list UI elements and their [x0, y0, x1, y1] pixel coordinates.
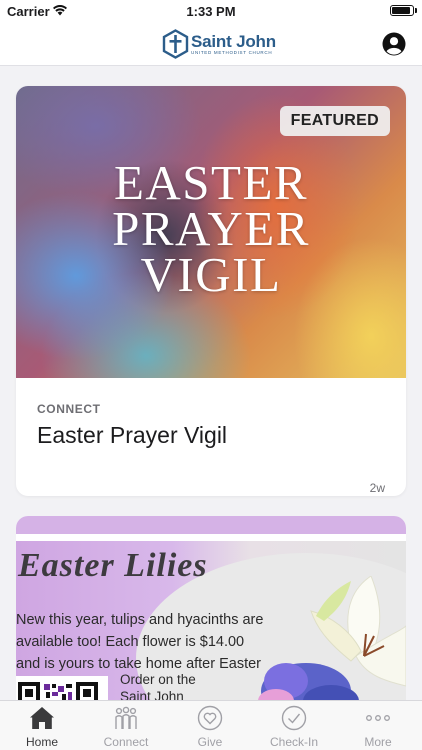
people-icon [115, 706, 137, 729]
hero-line-2: PRAYER [112, 201, 310, 256]
tab-label-connect: Connect [103, 735, 149, 749]
navigation-bar: Saint John UNITED METHODIST CHURCH [0, 22, 422, 66]
home-icon [30, 707, 54, 729]
lilies-heading: Easter Lilies [18, 547, 208, 584]
lilies-body: New this year, tulips and hyacinths are … [16, 609, 276, 675]
logo-title: Saint John [191, 31, 276, 51]
heart-icon [197, 705, 223, 731]
profile-icon[interactable] [382, 32, 406, 56]
church-logo: Saint John UNITED METHODIST CHURCH [162, 28, 276, 60]
tab-more[interactable]: More [336, 701, 420, 750]
hero-line-1: EASTER [113, 155, 309, 210]
hero-image: EASTER PRAYER VIGIL FEATURED [16, 86, 406, 378]
lily-flowers-image [258, 576, 406, 700]
tab-label-home: Home [25, 735, 58, 749]
card-age: 2w [369, 481, 385, 495]
card-category: CONNECT [37, 402, 101, 416]
content-feed[interactable]: EASTER PRAYER VIGIL FEATURED CONNECT Eas… [0, 66, 422, 700]
order-line-2: Saint John [120, 689, 184, 700]
tab-give[interactable]: Give [168, 701, 252, 750]
hero-title: EASTER PRAYER VIGIL [16, 155, 406, 302]
easter-lilies-card[interactable]: Easter Lilies New this year, tulips and … [16, 516, 406, 700]
hero-line-3: VIGIL [140, 247, 282, 302]
lilies-body-line-1: New this year, tulips and hyacinths are [16, 612, 264, 628]
logo-subtitle: UNITED METHODIST CHURCH [191, 49, 273, 55]
featured-card[interactable]: EASTER PRAYER VIGIL FEATURED CONNECT Eas… [16, 86, 406, 496]
featured-badge: FEATURED [279, 106, 390, 136]
ellipsis-icon [366, 715, 390, 721]
tab-check-in[interactable]: Check-In [252, 701, 336, 750]
card-title: Easter Prayer Vigil [37, 422, 228, 448]
tab-connect[interactable]: Connect [84, 701, 168, 750]
clock: 1:33 PM [186, 4, 236, 19]
cross-hexagon-icon [162, 29, 189, 59]
battery-icon [390, 5, 417, 16]
tab-label-check-in: Check-In [269, 735, 319, 749]
status-bar: Carrier 1:33 PM [0, 0, 422, 22]
tab-bar: Home Connect Give Check-In More [0, 700, 422, 750]
tab-label-more: More [364, 735, 392, 749]
card-band [16, 516, 406, 534]
easter-lilies-image: Easter Lilies New this year, tulips and … [16, 541, 406, 700]
tab-home[interactable]: Home [0, 701, 84, 750]
order-text: Order on the Saint John [120, 671, 196, 700]
lilies-body-line-2: available too! Each flower is $14.00 [16, 634, 245, 650]
order-line-1: Order on the [120, 672, 196, 687]
qr-code [16, 676, 108, 700]
tab-label-give: Give [197, 735, 223, 749]
checkmark-icon [281, 705, 307, 731]
